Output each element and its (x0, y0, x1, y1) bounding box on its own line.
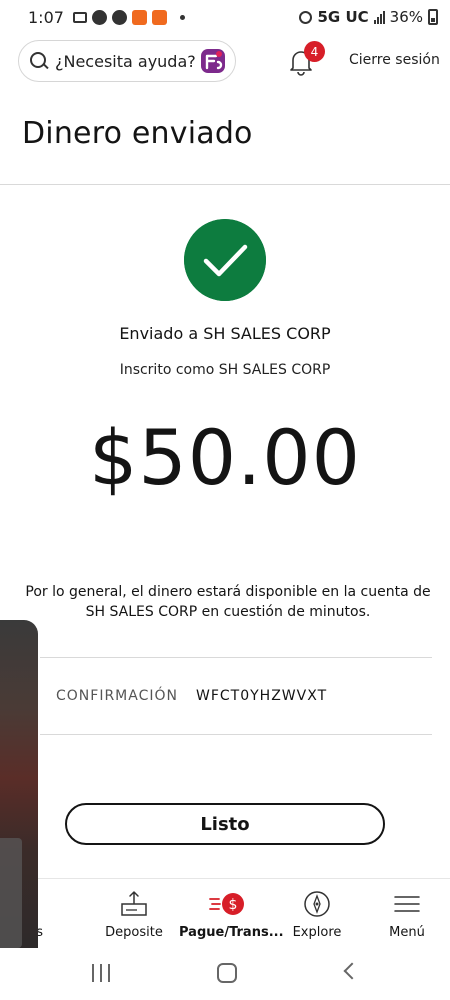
fargo-assistant-icon[interactable] (199, 47, 227, 75)
divider (0, 184, 450, 185)
pay-transfer-icon: $ (209, 893, 244, 915)
app-header: ¿Necesita ayuda? 4 Cierre sesión (0, 40, 450, 86)
system-nav-bar (0, 948, 450, 1000)
video-call-icon (72, 11, 87, 23)
notification-badge: 4 (304, 41, 325, 62)
app-notification-icon (151, 9, 167, 25)
availability-note: Por lo general, el dinero estará disponi… (15, 582, 441, 622)
floating-video-window[interactable] (0, 620, 38, 972)
nav-label: Menú (389, 925, 425, 940)
nav-pay-transfer[interactable]: $ Pague/Trans... (179, 889, 284, 940)
messenger-icon (91, 9, 107, 25)
nav-label: Explore (292, 925, 342, 940)
nav-explore[interactable]: Explore (272, 889, 362, 940)
nav-label: Deposite (105, 925, 163, 940)
alarm-icon (299, 10, 313, 24)
more-notifications-icon (179, 14, 185, 20)
search-icon (29, 51, 49, 71)
network-type: 5G UC (317, 8, 369, 26)
nav-label: Pague/Trans... (179, 925, 284, 940)
success-check-icon (184, 219, 266, 301)
status-time: 1:07 (28, 7, 64, 27)
done-button[interactable]: Listo (65, 803, 385, 845)
status-bar: 1:07 5G UC 36% (0, 0, 450, 34)
nav-menu[interactable]: Menú (362, 889, 450, 940)
messenger-icon (111, 9, 127, 25)
search-placeholder: ¿Necesita ayuda? (55, 51, 196, 71)
signout-link[interactable]: Cierre sesión (349, 52, 440, 68)
svg-text:$: $ (229, 897, 238, 913)
help-search-bar[interactable]: ¿Necesita ayuda? (18, 40, 236, 82)
battery-percent: 36% (389, 8, 423, 26)
confirmation-number: WFCT0YHZWVXT (196, 688, 328, 704)
divider (40, 734, 432, 735)
battery-icon (428, 9, 438, 25)
recipient-text: Enviado a SH SALES CORP (119, 324, 331, 343)
video-thumbnail (0, 838, 22, 948)
back-icon[interactable] (343, 962, 361, 980)
confirmation-label: CONFIRMACIÓN (56, 688, 178, 704)
home-button-icon[interactable] (217, 963, 237, 983)
recent-apps-icon[interactable] (92, 964, 110, 982)
amount-sent: $50.00 (89, 413, 361, 502)
nav-deposit[interactable]: Deposite (89, 889, 179, 940)
bottom-nav: entas Deposite $ Pague/Trans... Explore … (0, 878, 450, 948)
page-title: Dinero enviado (22, 116, 253, 151)
availability-line: Por lo general, el dinero estará disponi… (25, 584, 431, 600)
availability-line: SH SALES CORP en cuestión de minutos. (85, 604, 371, 620)
compass-icon (304, 891, 330, 917)
menu-icon (394, 896, 420, 912)
deposit-icon (121, 890, 147, 916)
app-notification-icon (131, 9, 147, 25)
divider (40, 657, 432, 658)
signal-icon (373, 10, 385, 24)
enrolled-as-text: Inscrito como SH SALES CORP (119, 362, 331, 378)
